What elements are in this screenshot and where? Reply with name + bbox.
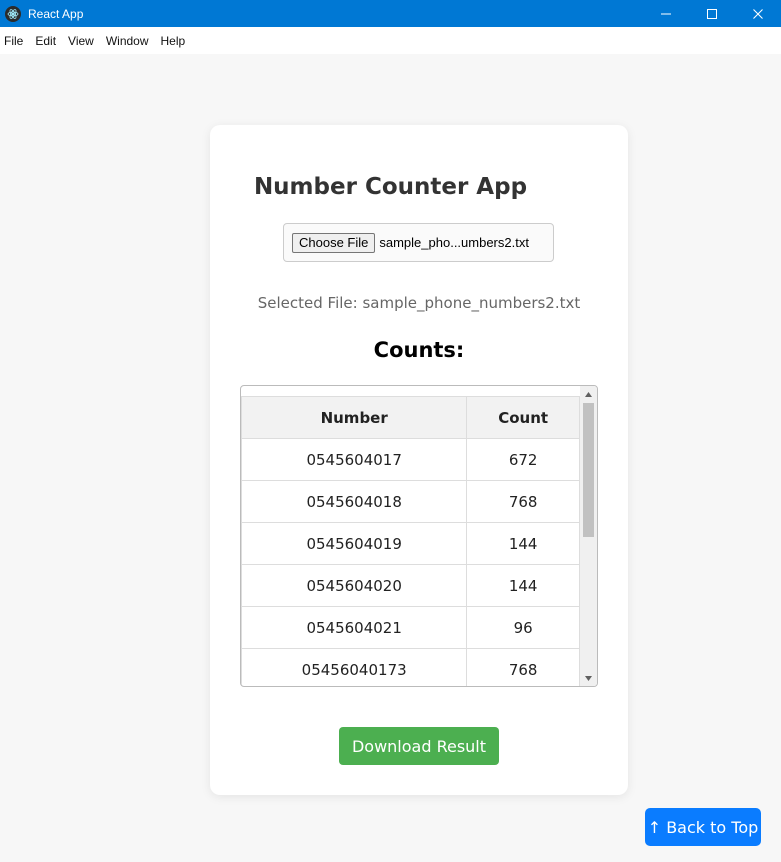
table-row: 0545604017 672 xyxy=(241,438,580,481)
cell-number: 0545604018 xyxy=(241,480,468,523)
file-input[interactable]: Choose File sample_pho...umbers2.txt xyxy=(283,223,554,262)
cell-number: 0545604021 xyxy=(241,606,468,649)
close-button[interactable] xyxy=(735,0,781,27)
cell-number: 0545604017 xyxy=(241,438,468,481)
menu-help[interactable]: Help xyxy=(157,34,192,48)
counts-table-container[interactable]: Number Count 0545604017 672 0545604018 7… xyxy=(240,385,598,687)
menu-view[interactable]: View xyxy=(64,34,100,48)
table-row: 05456040173 768 xyxy=(241,648,580,686)
cell-count: 768 xyxy=(466,480,580,523)
maximize-button[interactable] xyxy=(689,0,735,27)
counts-table: Number Count 0545604017 672 0545604018 7… xyxy=(241,396,580,686)
cell-number: 0545604020 xyxy=(241,564,468,607)
table-row: 0545604021 96 xyxy=(241,606,580,649)
cell-count: 672 xyxy=(466,438,580,481)
menu-edit[interactable]: Edit xyxy=(31,34,62,48)
menu-window[interactable]: Window xyxy=(102,34,155,48)
page-title: Number Counter App xyxy=(253,174,528,200)
table-row: 0545604018 768 xyxy=(241,480,580,523)
table-row: 0545604019 144 xyxy=(241,522,580,565)
minimize-button[interactable] xyxy=(643,0,689,27)
cell-count: 768 xyxy=(466,648,580,686)
window-title: React App xyxy=(28,6,84,21)
cell-count: 144 xyxy=(466,522,580,565)
cell-count: 96 xyxy=(466,606,580,649)
table-row: 0545604020 144 xyxy=(241,564,580,607)
table-scrollbar[interactable] xyxy=(580,386,597,686)
cell-number: 05456040173 xyxy=(241,648,468,686)
close-icon xyxy=(753,8,763,19)
choose-file-button[interactable]: Choose File xyxy=(292,232,376,253)
menu-bar: File Edit View Window Help xyxy=(0,27,781,54)
counts-heading: Counts: xyxy=(373,338,465,362)
back-to-top-button[interactable]: ↑ Back to Top xyxy=(645,808,761,846)
download-result-button[interactable]: Download Result xyxy=(339,727,499,765)
menu-file[interactable]: File xyxy=(0,34,29,48)
maximize-icon xyxy=(707,8,717,19)
column-header-number: Number xyxy=(241,396,468,439)
title-bar: React App xyxy=(0,0,781,27)
column-header-count: Count xyxy=(466,396,580,439)
table-header-row: Number Count xyxy=(241,396,580,439)
selected-file-label: Selected File: sample_phone_numbers2.txt xyxy=(257,294,581,312)
scroll-thumb[interactable] xyxy=(583,403,594,537)
electron-app-icon xyxy=(5,5,21,22)
chosen-file-name: sample_pho...umbers2.txt xyxy=(379,235,529,250)
minimize-icon xyxy=(661,13,671,14)
cell-number: 0545604019 xyxy=(241,522,468,565)
cell-count: 144 xyxy=(466,564,580,607)
scroll-up-arrow-icon[interactable] xyxy=(580,386,597,402)
scroll-down-arrow-icon[interactable] xyxy=(580,670,597,686)
